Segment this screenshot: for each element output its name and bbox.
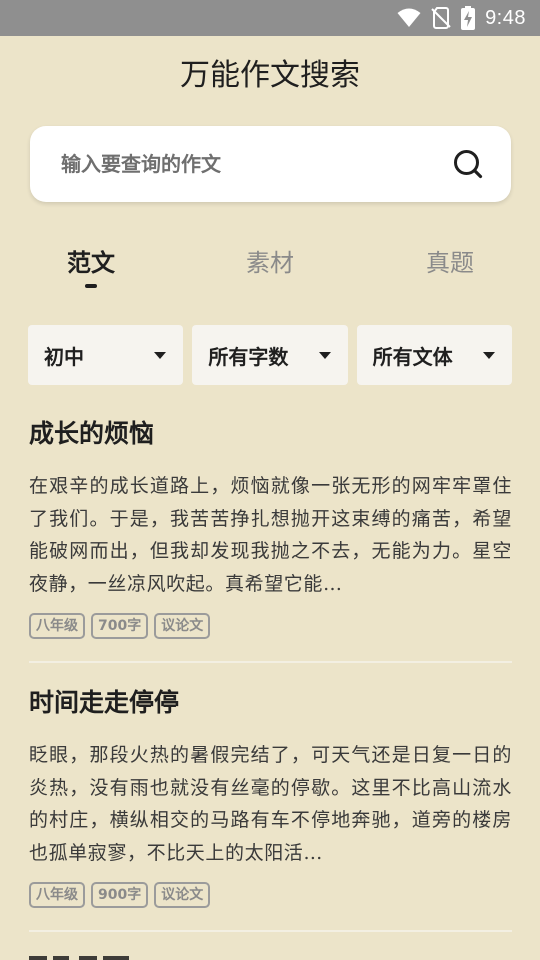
filter-bar: 初中 所有字数 所有文体: [28, 325, 512, 385]
essay-tags: 八年级 700字 议论文: [29, 613, 512, 639]
genre-filter-dropdown[interactable]: 所有文体: [356, 325, 512, 385]
tab-essays[interactable]: 范文: [31, 240, 151, 288]
tab-label: 范文: [67, 249, 115, 277]
word-count-tag: 900字: [91, 882, 149, 908]
status-bar: 9:48: [0, 0, 540, 36]
search-bar[interactable]: [30, 126, 511, 202]
grade-tag: 八年级: [29, 613, 85, 639]
caret-down-icon: [154, 351, 167, 359]
search-input[interactable]: [61, 152, 453, 176]
essay-excerpt: 在艰辛的成长道路上，烦恼就像一张无形的网牢牢罩住了我们。于是，我苦苦挣扎想抛开这…: [29, 475, 512, 595]
divider: [29, 661, 512, 663]
wifi-icon: [397, 8, 421, 28]
search-icon[interactable]: [453, 149, 483, 179]
essay-card[interactable]: 成长的烦恼 在艰辛的成长道路上，烦恼就像一张无形的网牢牢罩住了我们。于是，我苦苦…: [29, 416, 512, 639]
no-sim-icon: [431, 7, 451, 29]
word-count-tag: 700字: [91, 613, 149, 639]
grade-filter-dropdown[interactable]: 初中: [28, 325, 184, 385]
caret-down-icon: [318, 351, 331, 359]
tab-exam-questions[interactable]: 真题: [390, 240, 510, 288]
essay-tags: 八年级 900字 议论文: [29, 882, 512, 908]
filter-label: 所有文体: [372, 344, 453, 369]
tab-active-indicator: [85, 284, 97, 288]
battery-charging-icon: [461, 6, 476, 30]
genre-tag: 议论文: [154, 613, 211, 639]
caret-down-icon: [482, 351, 495, 359]
essay-card[interactable]: 时间走走停停 眨眼，那段火热的暑假完结了，可天气还是日复一日的炎热，没有雨也就没…: [29, 685, 512, 908]
tab-bar: 范文 素材 真题: [0, 240, 540, 300]
partial-title-fragment: [29, 956, 129, 960]
essay-title: 成长的烦恼: [29, 419, 155, 448]
status-time: 9:48: [485, 6, 526, 29]
page-title: 万能作文搜索: [180, 58, 360, 93]
tab-materials[interactable]: 素材: [210, 240, 330, 288]
word-count-filter-dropdown[interactable]: 所有字数: [192, 325, 348, 385]
essay-card-partial[interactable]: [29, 953, 169, 960]
tab-label: 真题: [426, 249, 474, 277]
genre-tag: 议论文: [154, 882, 211, 908]
divider: [29, 930, 512, 932]
filter-label: 初中: [44, 344, 84, 369]
filter-label: 所有字数: [208, 344, 289, 369]
grade-tag: 八年级: [29, 882, 85, 908]
tab-label: 素材: [246, 249, 294, 277]
essay-title: 时间走走停停: [29, 688, 180, 717]
essay-excerpt: 眨眼，那段火热的暑假完结了，可天气还是日复一日的炎热，没有雨也就没有丝毫的停歇。…: [29, 744, 512, 864]
